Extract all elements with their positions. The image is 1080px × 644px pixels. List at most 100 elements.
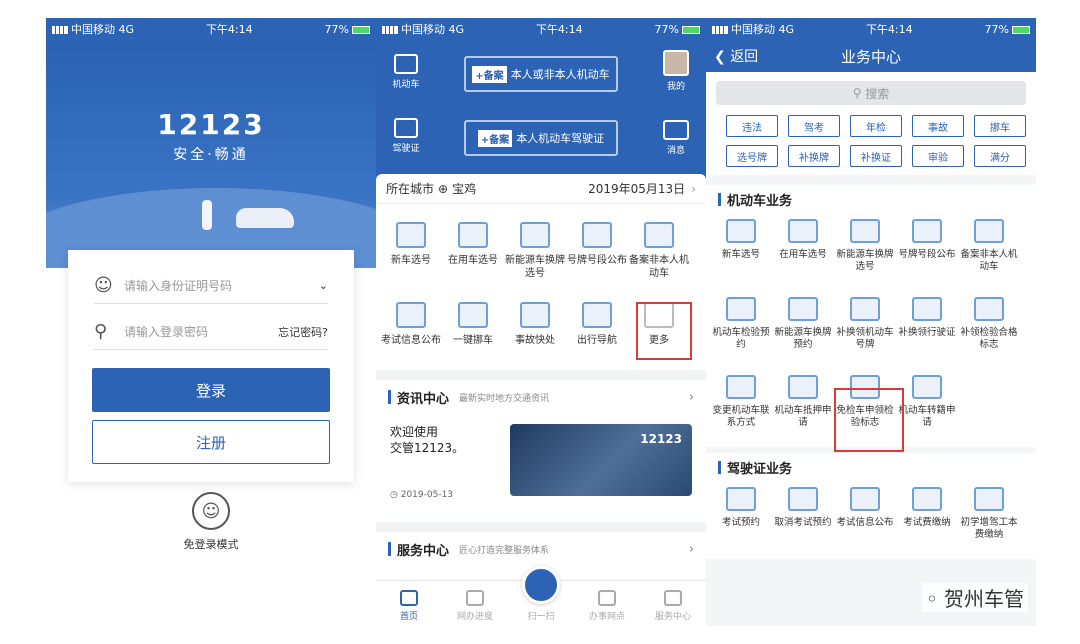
service-label: 新能源车换牌选号 — [505, 255, 565, 279]
inspection-badge-icon — [974, 297, 1004, 321]
guest-mode-button[interactable]: ☺ 免登录模式 — [46, 492, 376, 552]
license-item[interactable]: 初学增驾工本费缴纳 — [958, 481, 1020, 559]
item-label: 考试预约 — [721, 517, 760, 528]
battery-percent: 77% — [654, 22, 679, 36]
watermark: ◦ 贺州车管 — [921, 583, 1028, 612]
signal-icon — [52, 26, 68, 34]
nav-vehicle[interactable]: 机动车 — [386, 54, 426, 90]
vehicle-item[interactable]: 新车选号 — [710, 213, 772, 291]
tab-service-center[interactable]: 服务中心 — [643, 590, 703, 622]
vehicle-item[interactable]: 号牌号段公布 — [896, 213, 958, 291]
watermark-text: 贺州车管 — [944, 587, 1024, 611]
back-label: 返回 — [730, 49, 759, 65]
id-number-field[interactable]: ☺ 请输入身份证明号码 ⌄ — [94, 268, 328, 304]
service-label: 事故快处 — [515, 335, 555, 346]
chip-replace-license[interactable]: 补换证 — [850, 145, 902, 167]
vehicle-item[interactable]: 新能源车换牌选号 — [834, 213, 896, 291]
vehicle-item[interactable]: 变更机动车联系方式 — [710, 369, 772, 447]
tab-label: 网办进度 — [456, 612, 493, 622]
service-item[interactable]: 考试信息公布 — [380, 294, 442, 364]
service-center-header[interactable]: 服务中心 匠心打造完整服务体系 › — [376, 532, 706, 566]
service-item[interactable]: 一键挪车 — [442, 294, 504, 364]
password-field[interactable]: ⚲ 请输入登录密码 忘记密码? — [94, 314, 328, 350]
nav-messages[interactable]: 消息 — [654, 120, 698, 156]
tab-progress[interactable]: 网办进度 — [445, 590, 505, 622]
vehicle-item[interactable]: 新能源车换牌预约 — [772, 291, 834, 369]
vehicle-item[interactable]: 备案非本人机动车 — [958, 213, 1020, 291]
login-hero: 12123 安全·畅通 — [46, 40, 376, 268]
license-item[interactable]: 取消考试预约 — [772, 481, 834, 559]
chip-move-car[interactable]: 挪车 — [974, 115, 1026, 137]
nav-mine[interactable]: 我的 — [654, 50, 698, 92]
service-center-title: 服务中心 — [397, 543, 450, 559]
vehicle-item[interactable]: 机动车转籍申请 — [896, 369, 958, 447]
search-area: ⚲ 搜索 违法 驾考 年检 事故 挪车 选号牌 补换牌 补换证 审验 满分 — [706, 72, 1036, 175]
news-item[interactable]: 欢迎使用 交管12123。 — [390, 424, 464, 456]
signal-icon — [382, 26, 398, 34]
chip-review[interactable]: 审验 — [912, 145, 964, 167]
chip-full-points[interactable]: 满分 — [974, 145, 1026, 167]
vehicle-item[interactable]: 在用车选号 — [772, 213, 834, 291]
service-item[interactable]: 出行导航 — [566, 294, 628, 364]
license-item[interactable]: 考试信息公布 — [834, 481, 896, 559]
item-label: 机动车检验预约 — [712, 327, 770, 350]
back-button[interactable]: ❮ 返回 — [714, 46, 758, 66]
forgot-password-link[interactable]: 忘记密码? — [278, 324, 328, 340]
vehicle-item[interactable]: 补领检验合格标志 — [958, 291, 1020, 369]
register-license-button[interactable]: +备案 本人机动车驾驶证 — [464, 120, 618, 156]
license-icon — [394, 118, 418, 138]
location-icon: ⊕ — [438, 181, 449, 196]
item-label: 变更机动车联系方式 — [712, 405, 770, 428]
service-label: 一键挪车 — [453, 335, 493, 346]
chip-select-plate[interactable]: 选号牌 — [726, 145, 778, 167]
nav-license[interactable]: 驾驶证 — [386, 118, 426, 154]
chip-violation[interactable]: 违法 — [726, 115, 778, 137]
guest-mode-label: 免登录模式 — [183, 538, 239, 551]
vehicle-item[interactable]: 补换领机动车号牌 — [834, 291, 896, 369]
search-input[interactable]: ⚲ 搜索 — [716, 81, 1026, 105]
news-image[interactable]: 12123 — [510, 424, 692, 496]
login-card: ☺ 请输入身份证明号码 ⌄ ⚲ 请输入登录密码 忘记密码? 登录 注册 — [68, 250, 354, 482]
item-label: 在用车选号 — [779, 249, 827, 260]
vehicle-item[interactable]: 补换领行驶证 — [896, 291, 958, 369]
vehicle-item[interactable]: 机动车抵押申请 — [772, 369, 834, 447]
chip-inspection[interactable]: 年检 — [850, 115, 902, 137]
scan-icon[interactable] — [522, 566, 560, 604]
service-item[interactable]: 新车选号 — [380, 214, 442, 284]
tab-home[interactable]: 首页 — [379, 590, 439, 622]
news-panel: 资讯中心 最新实时地方交通资讯 › 欢迎使用 交管12123。 ◷ 2019-0… — [376, 380, 706, 522]
ev-plate-icon — [520, 222, 550, 248]
network-label: 4G — [118, 23, 135, 36]
service-item[interactable]: 新能源车换牌选号 — [504, 214, 566, 284]
city-row[interactable]: 所在城市 ⊕ 宝鸡 2019年05月13日 › — [376, 174, 706, 204]
item-label: 考试费缴纳 — [903, 517, 951, 528]
carrier-label: 中国移动 — [401, 23, 445, 36]
exam-fee-icon — [912, 487, 942, 511]
replace-license-icon — [912, 297, 942, 321]
license-item[interactable]: 考试费缴纳 — [896, 481, 958, 559]
service-item[interactable]: 号牌号段公布 — [566, 214, 628, 284]
tab-offices[interactable]: 办事网点 — [577, 590, 637, 622]
chip-accident[interactable]: 事故 — [912, 115, 964, 137]
plate-number-icon — [912, 219, 942, 243]
used-car-plate-icon — [788, 219, 818, 243]
chevron-right-icon: › — [691, 181, 696, 196]
chip-exam[interactable]: 驾考 — [788, 115, 840, 137]
service-item[interactable]: 事故快处 — [504, 294, 566, 364]
chevron-down-icon[interactable]: ⌄ — [319, 279, 328, 292]
license-section: 驾驶证业务 考试预约 取消考试预约 考试信息公布 考试费缴纳 初学增驾工本费缴纳 — [706, 453, 1036, 559]
login-button[interactable]: 登录 — [92, 368, 330, 412]
service-item[interactable]: 在用车选号 — [442, 214, 504, 284]
license-section-title: 驾驶证业务 — [706, 453, 1036, 481]
news-date: ◷ 2019-05-13 — [390, 490, 454, 500]
chip-replace-plate[interactable]: 补换牌 — [788, 145, 840, 167]
license-item[interactable]: 考试预约 — [710, 481, 772, 559]
register-button[interactable]: 注册 — [92, 420, 330, 464]
register-vehicle-button[interactable]: +备案 本人或非本人机动车 — [464, 56, 618, 92]
news-section-header[interactable]: 资讯中心 最新实时地方交通资讯 › — [376, 380, 706, 414]
status-bar: 中国移动 4G 下午4:14 77% — [46, 18, 376, 40]
status-bar: 中国移动 4G 下午4:14 77% — [706, 18, 1036, 40]
service-item[interactable]: 备案非本人机动车 — [628, 214, 690, 284]
vehicle-item[interactable]: 机动车检验预约 — [710, 291, 772, 369]
item-label: 新车选号 — [721, 249, 760, 260]
